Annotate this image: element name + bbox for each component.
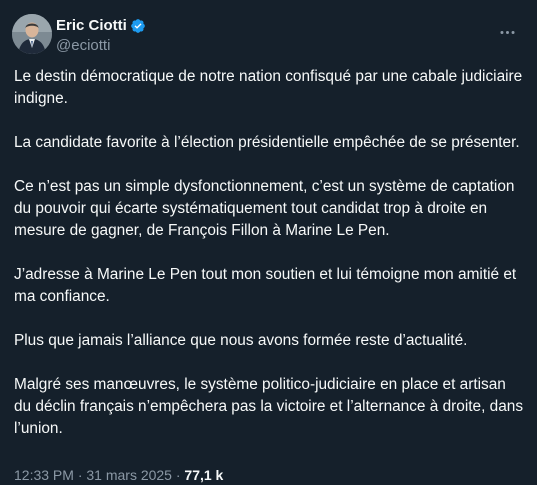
tweet-timestamp[interactable]: 12:33 PM · 31 mars 2025 ·: [14, 467, 184, 483]
avatar-image: [12, 14, 52, 54]
author-display-name[interactable]: Eric Ciotti: [56, 16, 127, 36]
tweet-paragraph: Le destin démocratique de notre nation c…: [14, 68, 523, 107]
more-options-icon: [499, 30, 515, 34]
tweet-header: Eric Ciotti @eciotti: [12, 14, 525, 58]
tweet-views: 77,1 k: [184, 467, 224, 483]
tweet-paragraph: Malgré ses manœuvres, le système politic…: [14, 376, 524, 437]
tweet-paragraph: Ce n’est pas un simple dysfonctionnement…: [14, 178, 515, 239]
tweet-text: Le destin démocratique de notre nation c…: [14, 66, 526, 440]
more-options-button[interactable]: [493, 18, 521, 46]
tweet-footer: 12:33 PM · 31 mars 2025 · 77,1 k: [14, 465, 223, 485]
tweet: Eric Ciotti @eciotti Le destin démocrati…: [0, 0, 537, 483]
author-handle[interactable]: @eciotti: [56, 36, 146, 56]
tweet-paragraph: Plus que jamais l’alliance que nous avon…: [14, 332, 468, 349]
verified-badge-icon[interactable]: [130, 18, 146, 34]
author-names: Eric Ciotti @eciotti: [56, 16, 146, 56]
avatar[interactable]: [12, 14, 52, 54]
tweet-paragraph: J’adresse à Marine Le Pen tout mon souti…: [14, 266, 517, 305]
tweet-paragraph: La candidate favorite à l’élection prési…: [14, 134, 520, 151]
author-name-row: Eric Ciotti: [56, 16, 146, 36]
